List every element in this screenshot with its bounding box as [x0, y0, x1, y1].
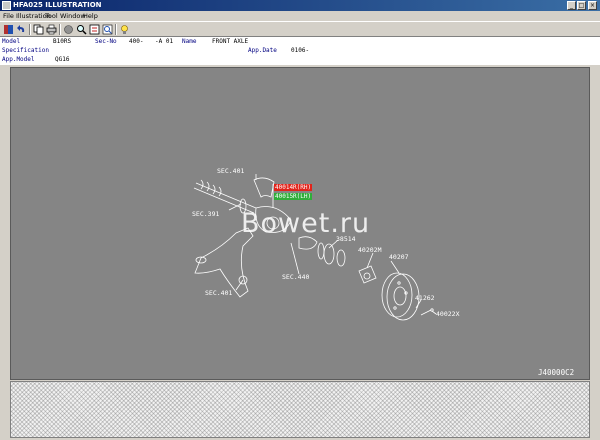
app-icon	[2, 1, 11, 10]
print-button[interactable]	[45, 23, 58, 36]
watermark: Bowet.ru	[241, 208, 371, 239]
appmodel-label: App.Model	[2, 56, 35, 63]
undo-button[interactable]	[15, 23, 28, 36]
bearing-set	[317, 242, 346, 267]
list-button[interactable]	[88, 23, 101, 36]
label-40202m[interactable]: 40202M	[358, 246, 381, 254]
toolbar	[0, 21, 600, 37]
hub-bolt	[420, 308, 434, 316]
brake-disc	[381, 272, 420, 321]
label-41262[interactable]: 41262	[415, 294, 435, 302]
label-40207[interactable]: 40207	[389, 253, 409, 261]
secno-value: 400-	[129, 38, 144, 45]
info-panel: Model B10RS Sec-No 400- -A 01 Name FRONT…	[0, 37, 600, 65]
zoom-button[interactable]	[101, 23, 114, 36]
close-button[interactable]: ×	[588, 1, 597, 10]
menu-help[interactable]: Help	[83, 12, 98, 20]
menu-file[interactable]: File	[3, 12, 14, 20]
hint-button[interactable]	[118, 23, 131, 36]
circle-icon	[64, 25, 73, 34]
label-sec440[interactable]: SEC.440	[282, 273, 309, 281]
copy-icon	[33, 24, 44, 35]
circle-button[interactable]	[62, 23, 75, 36]
minimize-button[interactable]: _	[567, 1, 576, 10]
toolbar-separator	[29, 24, 31, 35]
menu-window[interactable]: Window	[60, 12, 86, 20]
search-button[interactable]	[75, 23, 88, 36]
book-icon	[4, 25, 13, 34]
illustration-code: J40000C2	[538, 368, 575, 377]
maximize-button[interactable]: □	[577, 1, 586, 10]
toolbar-separator	[59, 24, 61, 35]
name-value: FRONT AXLE	[212, 38, 249, 45]
name-label: Name	[182, 38, 197, 45]
menu-tool[interactable]: Tool	[45, 12, 58, 20]
label-sec391[interactable]: SEC.391	[192, 210, 219, 218]
appdate-value: 0106-	[291, 47, 310, 54]
secno-label: Sec-No	[95, 38, 117, 45]
model-value: B10RS	[53, 38, 72, 45]
book-button[interactable]	[2, 23, 15, 36]
spec-label: Specification	[2, 47, 49, 54]
secno-value-suffix: -A 01	[155, 38, 174, 45]
title-bar: HFA025 ILLUSTRATION _ □ ×	[0, 0, 600, 11]
wheel-hub	[358, 265, 377, 284]
list-icon	[89, 24, 100, 35]
copy-button[interactable]	[32, 23, 45, 36]
label-sec401-top[interactable]: SEC.401	[217, 167, 244, 175]
part-40014r-highlight[interactable]: 40014R(RH)	[274, 184, 313, 191]
model-label: Model	[2, 38, 21, 45]
appmodel-value: QG16	[55, 56, 70, 63]
menu-bar: File Illustration Tool Window Help	[0, 11, 600, 21]
magnifier-icon	[77, 25, 87, 35]
bulb-icon	[121, 25, 128, 34]
part-40015r-highlight[interactable]: 40015R(LH)	[274, 193, 313, 200]
label-sec401-bottom[interactable]: SEC.401	[205, 289, 232, 297]
appdate-label: App.Date	[248, 47, 277, 54]
label-40022x[interactable]: 40022X	[436, 310, 459, 318]
toolbar-separator	[115, 24, 117, 35]
print-icon	[46, 24, 57, 35]
undo-icon	[17, 25, 25, 32]
parts-list-panel[interactable]	[10, 381, 590, 438]
window-title: HFA025 ILLUSTRATION	[13, 1, 102, 9]
illustration-canvas[interactable]: SEC.401 SEC.391 SEC.401 SEC.440 40014R(R…	[10, 67, 590, 380]
zoom-icon	[102, 24, 113, 35]
